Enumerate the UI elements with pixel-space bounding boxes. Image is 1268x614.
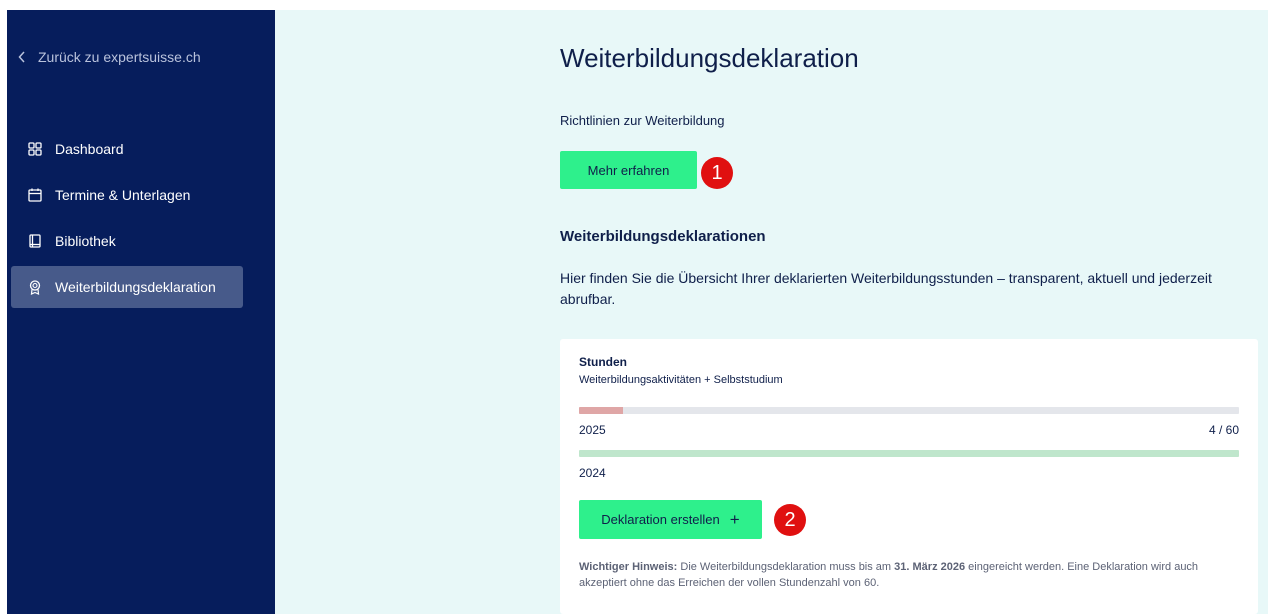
card-title: Stunden [579, 355, 627, 369]
chevron-left-icon [18, 50, 30, 64]
sidebar-item-bibliothek[interactable]: Bibliothek [11, 220, 243, 262]
year-label-2025: 2025 [579, 423, 606, 437]
year-label-2024: 2024 [579, 466, 606, 480]
sidebar-item-label: Bibliothek [55, 233, 116, 249]
hours-card: Stunden Weiterbildungsaktivitäten + Selb… [560, 339, 1258, 614]
sidebar-nav: Dashboard Termine & Unterlagen Bibliothe… [11, 128, 243, 312]
sidebar-item-label: Weiterbildungsdeklaration [55, 279, 216, 295]
annotation-marker-2: 2 [774, 504, 806, 536]
sidebar: Zurück zu expertsuisse.ch Dashboard Term… [7, 10, 275, 614]
sidebar-item-dashboard[interactable]: Dashboard [11, 128, 243, 170]
notice-deadline: 31. März 2026 [894, 561, 966, 573]
progress-bar-2025 [579, 407, 1239, 414]
annotation-marker-1: 1 [701, 157, 733, 189]
sidebar-item-weiterbildungsdeklaration[interactable]: Weiterbildungsdeklaration [11, 266, 243, 308]
calendar-icon [27, 187, 43, 203]
guidelines-label: Richtlinien zur Weiterbildung [560, 113, 725, 128]
more-info-button[interactable]: Mehr erfahren [560, 151, 697, 189]
main-content: Weiterbildungsdeklaration Richtlinien zu… [275, 10, 1268, 614]
sidebar-item-label: Dashboard [55, 141, 124, 157]
page-title: Weiterbildungsdeklaration [560, 43, 859, 73]
more-info-label: Mehr erfahren [587, 162, 670, 178]
award-icon [27, 279, 43, 295]
hours-ratio-2025: 4 / 60 [1208, 423, 1239, 437]
notice-text-1: Die Weiterbildungsdeklaration muss bis a… [677, 561, 895, 573]
create-declaration-label: Deklaration erstellen [601, 512, 720, 527]
section-description: Hier finden Sie die Übersicht Ihrer dekl… [560, 270, 1212, 307]
back-link-label: Zurück zu expertsuisse.ch [38, 49, 201, 65]
progress-fill-2025 [579, 407, 624, 414]
card-subtitle: Weiterbildungsaktivitäten + Selbststudiu… [579, 374, 783, 386]
plus-icon: + [729, 510, 740, 529]
book-icon [27, 233, 43, 249]
sidebar-item-label: Termine & Unterlagen [55, 187, 191, 203]
top-strip [0, 0, 1268, 10]
progress-bar-2024 [579, 450, 1239, 457]
create-declaration-button[interactable]: Deklaration erstellen + [579, 500, 762, 539]
back-link[interactable]: Zurück zu expertsuisse.ch [18, 46, 201, 68]
progress-fill-2024 [579, 450, 1239, 457]
notice-bold: Wichtiger Hinweis: [579, 561, 678, 573]
important-notice: Wichtiger Hinweis: Die Weiterbildungsdek… [579, 559, 1239, 591]
dashboard-grid-icon [27, 141, 43, 157]
sidebar-item-termine[interactable]: Termine & Unterlagen [11, 174, 243, 216]
section-heading: Weiterbildungsdeklarationen [560, 228, 766, 245]
